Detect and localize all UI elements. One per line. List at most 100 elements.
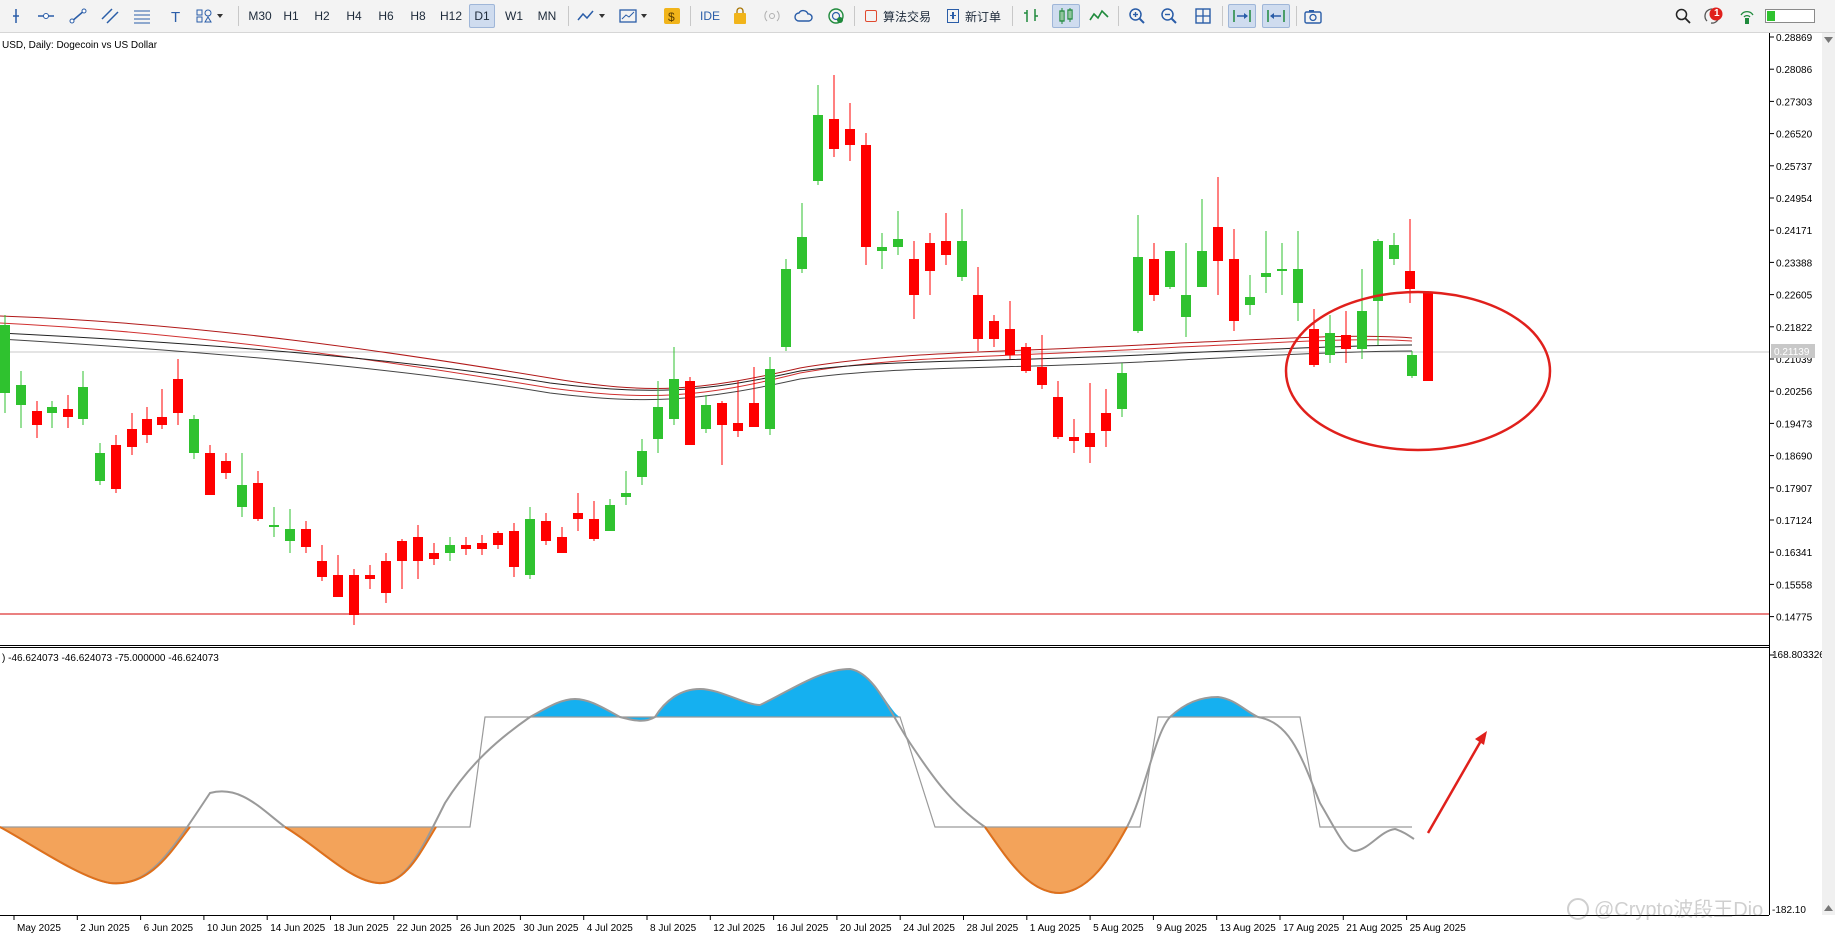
price-axis: 0.28869 0.28086 0.27303 0.26520 0.25737 0.249… <box>1769 33 1813 624</box>
price-tick-label: 0.22605 <box>1776 291 1813 302</box>
candle-body <box>589 519 599 539</box>
dollar-icon[interactable]: $ <box>660 4 684 28</box>
price-tick-label: 0.28869 <box>1776 33 1813 44</box>
date-tick-label: 2 Jun 2025 <box>80 923 130 934</box>
signals-icon[interactable] <box>760 4 784 28</box>
candle-body <box>829 119 839 149</box>
candle-body <box>142 419 152 435</box>
candlestick-chart-icon[interactable] <box>1052 4 1080 28</box>
candle-body <box>1101 413 1111 431</box>
indicators-menu-icon[interactable] <box>574 4 610 28</box>
horizontal-line-icon[interactable] <box>34 4 58 28</box>
price-tick-label: 0.21822 <box>1776 323 1813 334</box>
search-icon[interactable] <box>1672 4 1694 28</box>
oscillator-positive-fills <box>530 669 1258 721</box>
candle-body <box>1309 329 1319 365</box>
timeframe-h12[interactable]: H12 <box>436 4 466 28</box>
price-chart[interactable]: USD, Daily: Dogecoin vs US Dollar 0.2886… <box>0 33 1835 938</box>
timeframe-mn[interactable]: MN <box>532 4 562 28</box>
main-chart-panel <box>0 33 1770 645</box>
candle-body <box>1423 293 1433 381</box>
date-tick-label: 17 Aug 2025 <box>1283 923 1340 934</box>
price-tick-label: 0.23388 <box>1776 258 1813 269</box>
timeframe-h1[interactable]: H1 <box>278 4 304 28</box>
vertical-scrollbar[interactable] <box>1822 33 1835 915</box>
tile-windows-icon[interactable] <box>1190 4 1216 28</box>
svg-text:T: T <box>171 9 180 24</box>
candle-body <box>813 115 823 181</box>
candle-body <box>605 505 615 531</box>
timeframe-h6[interactable]: H6 <box>373 4 399 28</box>
timeframe-m30[interactable]: M30 <box>244 4 276 28</box>
candle-body <box>701 405 711 429</box>
candle-body <box>365 575 375 579</box>
candle-body <box>749 403 759 427</box>
connection-signal-icon <box>1736 4 1758 28</box>
screenshot-camera-icon[interactable] <box>1300 4 1326 28</box>
candle-body <box>1181 295 1191 317</box>
shapes-menu-icon[interactable] <box>194 4 228 28</box>
algo-trading-icon <box>864 10 877 22</box>
date-tick-label: May 2025 <box>17 923 61 934</box>
date-tick-label: 1 Aug 2025 <box>1030 923 1081 934</box>
line-chart-icon[interactable] <box>1086 4 1112 28</box>
auto-scroll-icon[interactable] <box>1228 4 1256 28</box>
date-tick-label: 30 Jun 2025 <box>523 923 578 934</box>
svg-text:$: $ <box>668 10 675 24</box>
chart-shift-icon[interactable] <box>1262 4 1290 28</box>
candle-body <box>413 537 423 561</box>
candle-body <box>477 543 487 549</box>
chart-window[interactable]: USD, Daily: Dogecoin vs US Dollar 0.2886… <box>0 33 1835 938</box>
new-order-button[interactable]: 新订单 <box>942 4 1006 28</box>
candle-body <box>1357 311 1367 349</box>
timeframe-h4[interactable]: H4 <box>341 4 367 28</box>
candle-body <box>301 529 311 547</box>
vps-globe-icon[interactable] <box>824 4 848 28</box>
candle-body <box>1069 437 1079 441</box>
candle-body <box>205 453 215 495</box>
timeframe-h8[interactable]: H8 <box>405 4 431 28</box>
candle-body <box>1261 273 1271 277</box>
cloud-icon[interactable] <box>792 4 816 28</box>
candle-body <box>0 325 10 393</box>
zoom-in-icon[interactable] <box>1124 4 1150 28</box>
candle-body <box>445 545 455 553</box>
timeframe-h2[interactable]: H2 <box>309 4 335 28</box>
price-tick-label: 0.28086 <box>1776 65 1813 76</box>
timeframe-d1[interactable]: D1 <box>469 4 495 28</box>
candle-body <box>1407 355 1417 376</box>
candle-body <box>509 531 519 567</box>
date-tick-label: 22 Jun 2025 <box>397 923 452 934</box>
candle-body <box>765 369 775 429</box>
up-arrow-annotation <box>1426 738 1484 834</box>
candle-body <box>525 519 535 575</box>
price-tick-label: 0.24954 <box>1776 194 1813 205</box>
channel-icon[interactable] <box>98 4 122 28</box>
cursor-line-icon[interactable] <box>4 4 28 28</box>
bar-chart-icon[interactable] <box>1018 4 1044 28</box>
zoom-out-icon[interactable] <box>1156 4 1182 28</box>
algo-trading-button[interactable]: 算法交易 <box>860 4 936 28</box>
price-tick-label: 0.15558 <box>1776 580 1813 591</box>
trendline-icon[interactable] <box>66 4 90 28</box>
candle-body <box>925 243 935 271</box>
notifications-icon[interactable]: 1 <box>1702 4 1726 28</box>
date-tick-label: 16 Jul 2025 <box>777 923 829 934</box>
candle-body <box>1325 333 1335 355</box>
market-bag-icon[interactable] <box>728 4 752 28</box>
candle-body <box>861 145 871 247</box>
ide-button[interactable]: IDE <box>696 4 724 28</box>
candle-body <box>1245 297 1255 305</box>
candle-body <box>221 461 231 473</box>
price-tick-label: 0.24171 <box>1776 226 1813 237</box>
candle-body <box>269 525 279 527</box>
candle-body <box>95 453 105 481</box>
timeframe-w1[interactable]: W1 <box>501 4 527 28</box>
fibonacci-icon[interactable] <box>130 4 154 28</box>
templates-menu-icon[interactable] <box>616 4 652 28</box>
date-tick-label: 14 Jun 2025 <box>270 923 325 934</box>
candle-body <box>333 575 343 597</box>
text-tool-icon[interactable]: T <box>164 4 188 28</box>
candle-body <box>1197 251 1207 287</box>
date-tick-label: 6 Jun 2025 <box>144 923 194 934</box>
